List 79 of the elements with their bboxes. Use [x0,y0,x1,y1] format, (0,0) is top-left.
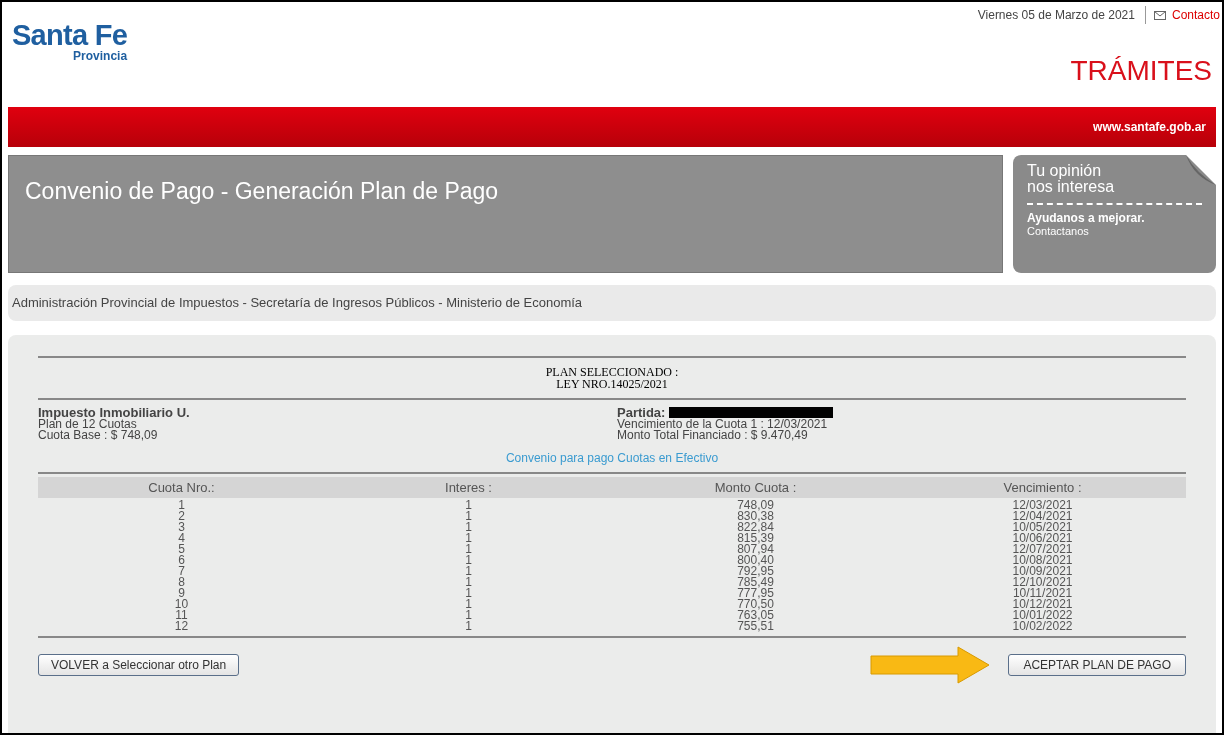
arrow-icon [870,646,991,684]
table-cell: 11 [175,610,188,621]
back-button[interactable]: VOLVER a Seleccionar otro Plan [38,654,240,676]
contact-link[interactable]: Contacto [1171,6,1222,24]
table-cell: 7 [178,566,185,577]
site-url: www.santafe.gob.ar [1093,119,1206,136]
base-amount-text: Cuota Base : $ 748,09 [38,430,159,441]
feedback-heading: Tu opinión [1027,163,1102,179]
first-due-text: Vencimiento de la Cuota 1 : 12/03/2021 [617,419,829,430]
feedback-link[interactable]: Contactanos [1027,225,1202,238]
logo-title: Santa Fe [12,20,128,50]
table-cell: 1 [465,610,472,621]
partida-label: Partida: [617,406,666,419]
table-cell: 807,94 [737,544,774,555]
table-cell: 822,84 [737,522,774,533]
total-amount-text: Monto Total Financiado : $ 9.470,49 [617,430,809,441]
table-cell: 800,40 [737,555,774,566]
table-cell: 1 [465,566,472,577]
mail-icon [1153,10,1166,20]
feedback-card[interactable]: Tu opinión nos interesa Ayudanos a mejorar. Contactanos [1013,155,1216,273]
feedback-heading: nos interesa [1027,179,1116,195]
table-cell: 1 [465,599,472,610]
table-cell: 4 [178,533,185,544]
table-cell: 830,38 [737,511,774,522]
table-cell: 10/09/2021 [1012,566,1073,577]
installments-text: Plan de 12 Cuotas [38,419,137,430]
table-cell: 12/03/2021 [1012,500,1073,511]
table-cell: 1 [465,500,472,511]
table-cell: 1 [465,522,472,533]
column-header: Cuota Nro.: [148,478,215,497]
table-cell: 755,51 [737,621,774,632]
plan-heading: PLAN SELECCIONADO : [545,366,679,378]
table-cell: 12/07/2021 [1012,544,1073,555]
table-cell: 815,39 [737,533,774,544]
table-cell: 12/04/2021 [1012,511,1073,522]
table-cell: 10/08/2021 [1012,555,1073,566]
table-cell: 1 [178,500,185,511]
table-cell: 9 [178,588,185,599]
feedback-cta: Ayudanos a mejorar. [1027,211,1146,225]
page-title: Convenio de Pago - Generación Plan de Pago [25,178,499,204]
table-cell: 763,05 [737,610,774,621]
table-cell: 1 [465,621,472,632]
table-cell: 8 [178,577,185,588]
breadcrumb-text: Administración Provincial de Impuestos - Secretaría de Ingresos Públicos - Ministerio de Economía [12,294,583,313]
table-cell: 10/01/2022 [1012,610,1073,621]
table-cell: 10/06/2021 [1012,533,1073,544]
table-cell: 2 [178,511,185,522]
table-cell: 1 [465,577,472,588]
page-curl-icon [1186,155,1216,185]
table-cell: 10/05/2021 [1012,522,1073,533]
table-cell: 1 [465,544,472,555]
table-cell: 6 [178,555,185,566]
logo-subtitle: Provincia [73,50,128,63]
tax-name: Impuesto Inmobiliario U. [38,406,191,419]
table-cell: 777,95 [737,588,774,599]
column-header: Interes : [445,478,492,497]
date-text: Viernes 05 de Marzo de 2021 [977,6,1146,24]
accept-button[interactable]: ACEPTAR PLAN DE PAGO [1008,654,1186,676]
table-cell: 1 [465,533,472,544]
table-cell: 770,50 [737,599,774,610]
table-cell: 5 [178,544,185,555]
section-title: TRÁMITES [1070,54,1213,88]
table-cell: 10 [174,599,189,610]
table-cell: 785,49 [737,577,774,588]
table-cell: 1 [465,511,472,522]
table-cell: 10/12/2021 [1012,599,1073,610]
table-cell: 10/11/2021 [1012,588,1073,599]
table-cell: 3 [178,522,185,533]
plan-law: LEY NRO.14025/2021 [556,378,668,390]
table-cell: 10/02/2022 [1012,621,1073,632]
table-cell: 792,95 [737,566,774,577]
table-cell: 12/10/2021 [1012,577,1073,588]
table-cell: 1 [465,588,472,599]
column-header: Monto Cuota : [714,478,797,497]
table-cell: 1 [465,555,472,566]
agreement-text: Convenio para pago Cuotas en Efectivo [505,450,719,467]
column-header: Vencimiento : [1003,478,1082,497]
table-cell: 12 [174,621,189,632]
table-cell: 748,09 [737,500,774,511]
